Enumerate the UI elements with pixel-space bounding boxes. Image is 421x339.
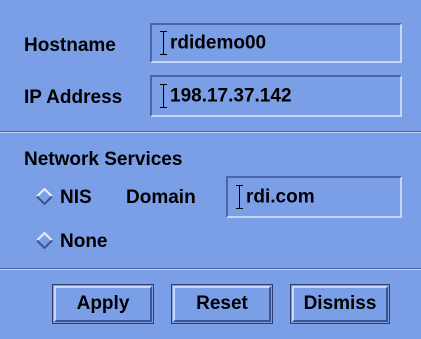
- hostname-value: rdidemo00: [170, 32, 267, 54]
- none-option-label[interactable]: None: [60, 232, 108, 251]
- ip-address-label: IP Address: [24, 87, 123, 108]
- none-radio-icon[interactable]: [36, 232, 53, 249]
- text-cursor-icon: [160, 31, 167, 55]
- network-services-heading: Network Services: [24, 149, 183, 170]
- reset-button[interactable]: Reset: [173, 286, 271, 322]
- nis-radio-icon[interactable]: [36, 188, 53, 205]
- ip-address-field[interactable]: 198.17.37.142: [150, 75, 402, 117]
- dismiss-button[interactable]: Dismiss: [292, 286, 388, 322]
- network-settings-dialog: Hostname rdidemo00 IP Address 198.17.37.…: [0, 0, 421, 339]
- apply-button[interactable]: Apply: [54, 286, 152, 322]
- hostname-field[interactable]: rdidemo00: [150, 23, 402, 63]
- apply-button-frame: Apply: [52, 284, 154, 324]
- reset-button-frame: Reset: [171, 284, 273, 324]
- domain-value: rdi.com: [246, 186, 315, 208]
- domain-label: Domain: [126, 187, 196, 208]
- hostname-label: Hostname: [24, 35, 116, 56]
- nis-option-label[interactable]: NIS: [60, 188, 92, 207]
- dismiss-button-frame: Dismiss: [290, 284, 390, 324]
- domain-field[interactable]: rdi.com: [226, 176, 402, 218]
- text-cursor-icon: [160, 84, 167, 108]
- separator-bottom: [0, 268, 421, 270]
- separator-top: [0, 131, 421, 133]
- ip-address-value: 198.17.37.142: [170, 85, 292, 107]
- text-cursor-icon: [236, 185, 243, 209]
